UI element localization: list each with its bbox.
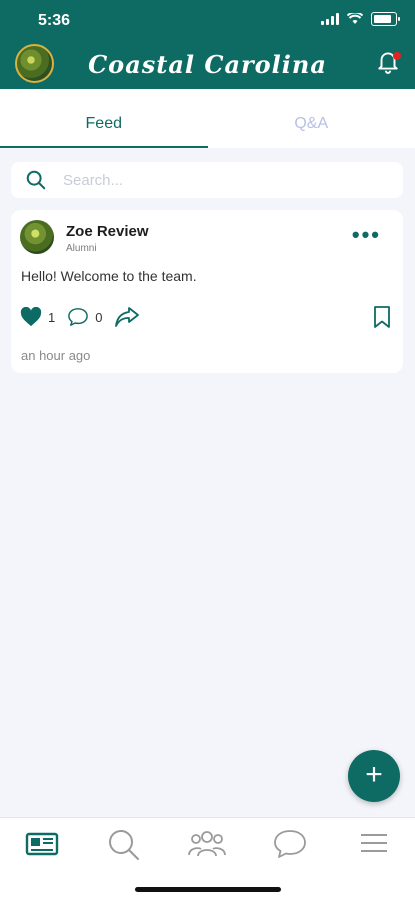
search-input[interactable]: [61, 171, 365, 190]
post-actions: 1 0: [20, 306, 140, 328]
create-post-button[interactable]: +: [348, 750, 400, 802]
status-icons: [321, 12, 397, 26]
home-indicator: [135, 887, 281, 892]
chat-icon[interactable]: [272, 828, 308, 860]
heart-icon[interactable]: [20, 307, 42, 327]
author-role: Alumni: [66, 243, 97, 254]
notification-dot: [393, 52, 401, 60]
tab-qa[interactable]: Q&A: [208, 89, 415, 148]
status-time: 5:36: [38, 12, 70, 30]
tab-feed[interactable]: Feed: [0, 89, 208, 148]
menu-icon[interactable]: [359, 828, 389, 858]
newspaper-icon[interactable]: [24, 828, 60, 858]
battery-icon: [371, 12, 397, 26]
post-card[interactable]: Zoe Review Alumni ••• Hello! Welcome to …: [11, 210, 403, 373]
post-timestamp: an hour ago: [21, 348, 90, 363]
comment-icon[interactable]: [67, 307, 89, 327]
search-bar[interactable]: [11, 162, 403, 198]
author-avatar[interactable]: [20, 220, 54, 254]
bookmark-icon[interactable]: [373, 306, 391, 328]
search-icon: [25, 169, 47, 191]
signal-icon: [321, 13, 339, 25]
tab-bar: Feed Q&A: [0, 89, 415, 148]
people-icon[interactable]: [187, 828, 227, 860]
post-text: Hello! Welcome to the team.: [21, 268, 197, 284]
author-name[interactable]: Zoe Review: [66, 223, 149, 240]
search-icon[interactable]: [107, 828, 141, 862]
like-count: 1: [48, 310, 55, 325]
brand-title: Coastal Carolina: [0, 50, 415, 79]
wifi-icon: [347, 13, 363, 25]
comment-count: 0: [95, 310, 102, 325]
more-options-icon[interactable]: •••: [352, 226, 381, 244]
share-icon[interactable]: [114, 306, 140, 328]
header: 5:36 Coastal Carolina: [0, 0, 415, 89]
